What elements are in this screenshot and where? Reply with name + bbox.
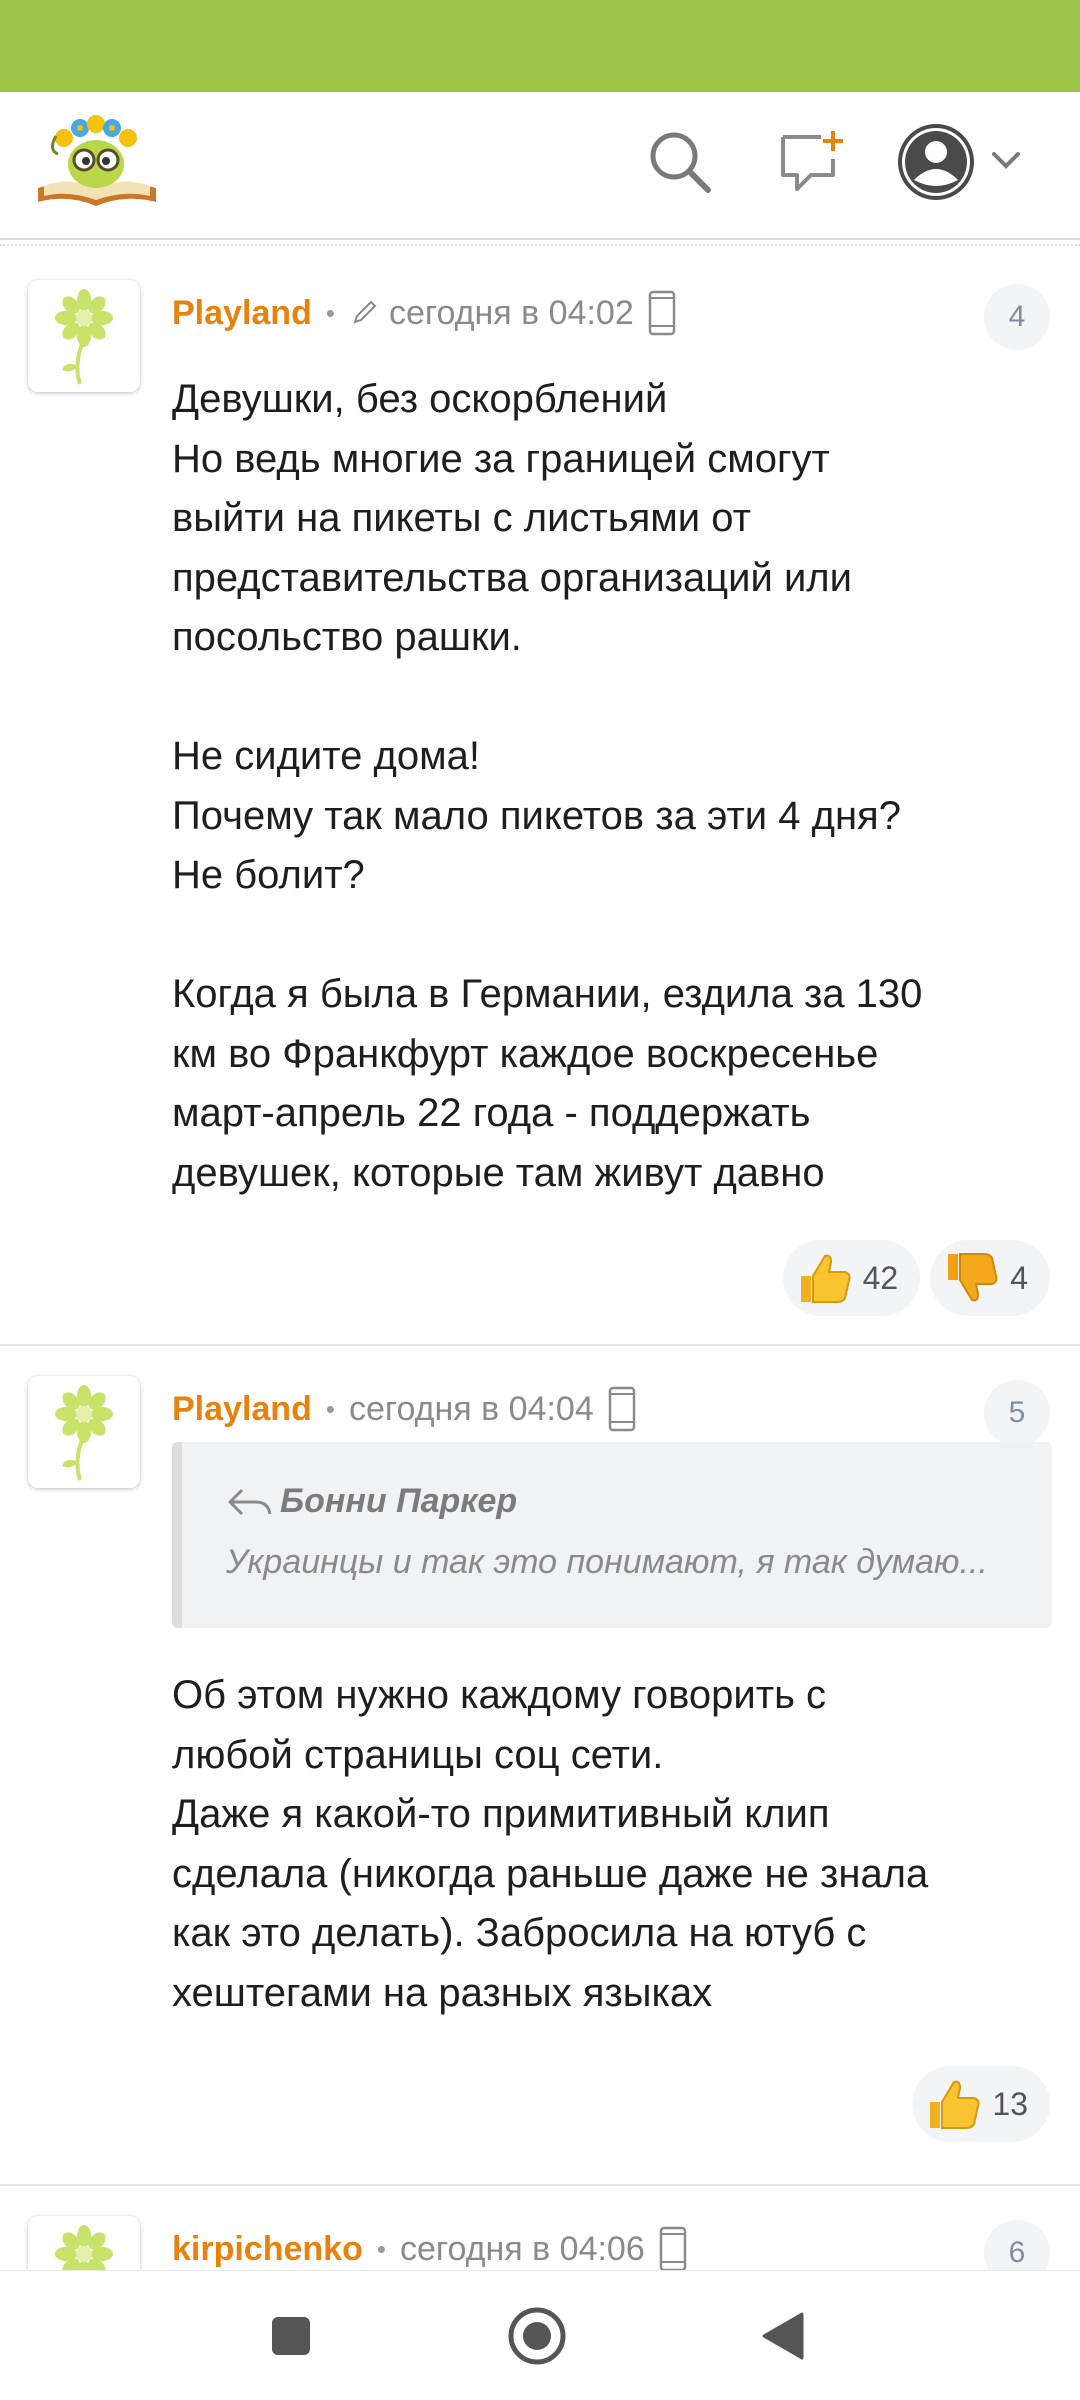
home-button[interactable]	[502, 2301, 572, 2371]
quote-author-row: Бонни Паркер	[226, 1482, 1052, 1521]
text-line: Почему так мало пикетов за эти 4 дня?	[172, 793, 901, 838]
app-header	[0, 92, 1080, 240]
text-line: посольство рашки.	[172, 615, 522, 659]
comment-paragraph: Девушки, без оскорблений Но ведь многие …	[172, 370, 1052, 668]
thumbs-up-icon	[930, 2080, 980, 2129]
search-icon	[650, 132, 711, 193]
meta-separator: •	[325, 1393, 335, 1424]
text-line: хештегами на разных языках	[172, 1970, 713, 2015]
profile-menu-button[interactable]	[896, 122, 1036, 202]
mobile-device-icon	[608, 1386, 635, 1432]
comment-paragraph: Когда я была в Германии, ездила за 130 к…	[172, 965, 1052, 1203]
comment-paragraph: Не сидите дома! Почему так мало пикетов …	[172, 727, 1052, 906]
comment-author[interactable]: Playland	[172, 294, 312, 333]
system-navigation-bar	[0, 2270, 1080, 2400]
reactions-bar: 42 4	[782, 1240, 1050, 1316]
text-line: любой страницы соц сети.	[172, 1732, 664, 1777]
chevron-down-icon	[992, 152, 1020, 169]
text-line: Когда я была в Германии, ездила за 130	[172, 972, 923, 1016]
comment-author[interactable]: Playland	[172, 1390, 312, 1429]
comment-timestamp: сегодня в 04:06	[399, 2229, 645, 2268]
text-line: Девушки, без оскорблений	[172, 377, 668, 421]
comment-number[interactable]: 5	[984, 1380, 1050, 1446]
text-line: Не болит?	[172, 853, 365, 897]
thumbs-down-icon	[948, 1253, 998, 1302]
reply-arrow-icon	[228, 1488, 272, 1515]
daisy-flower-icon	[55, 289, 113, 385]
text-line: сделала (никогда раньше даже не знала	[172, 1851, 929, 1896]
new-message-button[interactable]	[772, 122, 852, 202]
text-line: Даже я какой-то примитивный клип	[172, 1792, 830, 1836]
dislike-button[interactable]: 4	[930, 1240, 1050, 1316]
comment-body: Об этом нужно каждому говорить с любой с…	[172, 1666, 1052, 2023]
site-logo[interactable]	[34, 106, 160, 218]
thumbs-up-icon	[800, 1254, 851, 1303]
meta-separator: •	[376, 2233, 386, 2264]
text-line: март-апрель 22 года - поддержать	[172, 1091, 811, 1135]
daisy-flower-icon	[55, 1385, 113, 1481]
text-line: девушек, которые там живут давно	[172, 1150, 825, 1195]
circle-home-icon	[508, 2307, 566, 2365]
text-line: Но ведь многие за границей смогут	[172, 436, 830, 481]
mobile-device-icon	[659, 2226, 686, 2270]
comment-meta: kirpichenko • сегодня в 04:06	[172, 2224, 687, 2270]
comment-meta: Playland • сегодня в 04:02	[172, 288, 676, 338]
comment-item: Playland • сегодня в 04:02 4 Девушки, бе…	[0, 250, 1080, 1346]
flower-wreath-bookworm-logo-icon	[38, 115, 156, 206]
like-count: 13	[992, 2085, 1028, 2122]
text-line: представительства организаций или	[172, 555, 852, 600]
header-divider	[0, 244, 1080, 246]
user-avatar-icon	[898, 124, 1020, 200]
new-message-icon	[781, 131, 843, 191]
back-button[interactable]	[748, 2301, 818, 2371]
like-button[interactable]: 42	[782, 1240, 921, 1316]
recent-apps-button[interactable]	[256, 2301, 326, 2371]
comment-body: Девушки, без оскорблений Но ведь многие …	[172, 370, 1052, 1203]
avatar[interactable]	[28, 1376, 140, 1488]
avatar[interactable]	[28, 280, 140, 392]
triangle-back-icon	[762, 2312, 804, 2360]
comment-meta: Playland • сегодня в 04:04	[172, 1384, 636, 1434]
square-recents-icon	[272, 2317, 310, 2355]
comment-item: kirpichenko • сегодня в 04:06 6	[0, 2186, 1080, 2270]
comment-timestamp: сегодня в 04:02	[388, 293, 634, 332]
comment-number[interactable]: 6	[984, 2220, 1050, 2270]
text-line: Об этом нужно каждому говорить с	[172, 1673, 827, 1717]
search-button[interactable]	[640, 122, 720, 202]
comment-timestamp: сегодня в 04:04	[348, 1389, 594, 1428]
quote-text: Украинцы и так это понимают, я так думаю…	[226, 1543, 988, 1581]
quoted-reply[interactable]: Бонни Паркер Украинцы и так это понимают…	[172, 1442, 1052, 1628]
like-count: 42	[862, 1259, 899, 1296]
dislike-count: 4	[1010, 1259, 1028, 1296]
avatar[interactable]	[28, 2216, 140, 2270]
text-line: как это делать). Забросила на ютуб с	[172, 1911, 867, 1955]
text-line: Не сидите дома!	[172, 734, 480, 778]
mobile-device-icon	[648, 290, 675, 336]
quote-author: Бонни Паркер	[280, 1482, 518, 1520]
comment-number[interactable]: 4	[984, 284, 1050, 350]
text-line: км во Франкфурт каждое воскресенье	[172, 1031, 879, 1076]
status-bar	[0, 0, 1080, 92]
like-button[interactable]: 13	[912, 2066, 1050, 2142]
comment-paragraph: Об этом нужно каждому говорить с любой с…	[172, 1666, 1052, 2023]
comments-feed[interactable]: Playland • сегодня в 04:02 4 Девушки, бе…	[0, 250, 1080, 2270]
comment-item: Playland • сегодня в 04:04 5 Бонни Парке…	[0, 1346, 1080, 2186]
meta-separator: •	[325, 297, 335, 328]
comment-author[interactable]: kirpichenko	[172, 2230, 363, 2269]
reactions-bar: 13	[912, 2066, 1050, 2142]
daisy-flower-icon	[55, 2225, 113, 2270]
text-line: выйти на пикеты с листьями от	[172, 496, 751, 540]
pencil-edit-icon	[353, 300, 377, 324]
